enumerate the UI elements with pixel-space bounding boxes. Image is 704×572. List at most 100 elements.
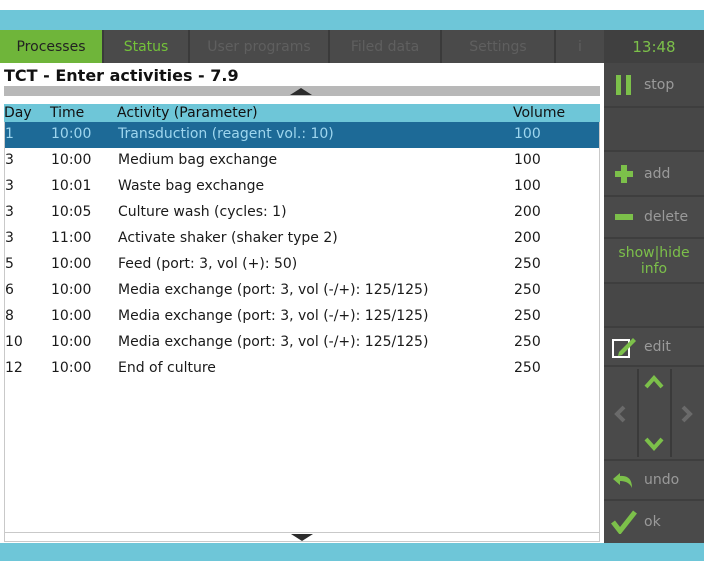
cell-day: 3 xyxy=(5,230,14,246)
cell-day: 8 xyxy=(5,308,14,324)
cell-activity: Media exchange (port: 3, vol (-/+): 125/… xyxy=(118,308,429,324)
scroll-down-bar[interactable] xyxy=(4,532,600,542)
chevron-down-icon[interactable] xyxy=(644,437,664,451)
chevron-up-icon[interactable] xyxy=(644,375,664,389)
nav-divider xyxy=(637,369,639,457)
top-accent-strip xyxy=(0,10,704,30)
cell-activity: Activate shaker (shaker type 2) xyxy=(118,230,338,246)
cell-time: 10:00 xyxy=(51,334,92,350)
cell-activity: End of culture xyxy=(118,360,216,376)
info-label: info xyxy=(640,260,668,277)
cell-volume: 200 xyxy=(514,230,541,246)
table-row[interactable]: 3 10:00 Medium bag exchange 100 xyxy=(5,148,599,174)
cell-volume: 100 xyxy=(514,126,541,142)
column-header-day[interactable]: Day xyxy=(4,105,32,121)
cell-day: 12 xyxy=(5,360,23,376)
cell-activity: Medium bag exchange xyxy=(118,152,278,168)
table-row[interactable]: 6 10:00 Media exchange (port: 3, vol (-/… xyxy=(5,278,599,304)
cell-time: 10:01 xyxy=(51,178,92,194)
cell-volume: 250 xyxy=(514,308,541,324)
add-label: add xyxy=(644,165,671,182)
table-row[interactable]: 5 10:00 Feed (port: 3, vol (+): 50) 250 xyxy=(5,252,599,278)
edit-icon xyxy=(604,334,644,360)
table-row[interactable]: 10 10:00 Media exchange (port: 3, vol (-… xyxy=(5,330,599,356)
cell-volume: 250 xyxy=(514,360,541,376)
cell-time: 10:00 xyxy=(51,126,92,142)
delete-button[interactable]: delete xyxy=(604,197,704,237)
table-row[interactable]: 3 10:05 Culture wash (cycles: 1) 200 xyxy=(5,200,599,226)
tab-user-programs[interactable]: User programs xyxy=(190,30,330,63)
pause-icon xyxy=(604,73,644,97)
cell-activity: Waste bag exchange xyxy=(118,178,265,194)
empty-slot-1 xyxy=(604,108,704,150)
clock-display: 13:48 xyxy=(604,30,704,63)
show-hide-info-button[interactable]: show|hide info xyxy=(604,239,704,282)
cell-activity: Media exchange (port: 3, vol (-/+): 125/… xyxy=(118,282,429,298)
stop-label: stop xyxy=(644,76,675,93)
scroll-up-bar[interactable] xyxy=(4,86,600,96)
cell-time: 10:00 xyxy=(51,360,92,376)
cell-day: 3 xyxy=(5,204,14,220)
undo-button[interactable]: undo xyxy=(604,461,704,499)
cell-volume: 250 xyxy=(514,256,541,272)
navigation-pad xyxy=(604,367,704,459)
table-row[interactable]: 3 10:01 Waste bag exchange 100 xyxy=(5,174,599,200)
cell-day: 6 xyxy=(5,282,14,298)
checkmark-icon xyxy=(604,510,644,534)
cell-volume: 100 xyxy=(514,152,541,168)
page-title: TCT - Enter activities - 7.9 xyxy=(4,66,239,85)
undo-icon xyxy=(604,469,644,491)
undo-label: undo xyxy=(644,472,680,488)
ok-label: ok xyxy=(644,514,661,530)
tab-status[interactable]: Status xyxy=(104,30,190,63)
table-row[interactable]: 12 10:00 End of culture 250 xyxy=(5,356,599,382)
cell-day: 3 xyxy=(5,178,14,194)
cell-day: 3 xyxy=(5,152,14,168)
cell-time: 10:00 xyxy=(51,152,92,168)
stop-button[interactable]: stop xyxy=(604,63,704,106)
cell-activity: Transduction (reagent vol.: 10) xyxy=(118,126,334,142)
table-row[interactable]: 1 10:00 Transduction (reagent vol.: 10) … xyxy=(5,122,599,148)
plus-icon xyxy=(604,163,644,185)
cell-volume: 100 xyxy=(514,178,541,194)
minus-icon xyxy=(604,206,644,228)
delete-label: delete xyxy=(644,209,689,225)
column-header-time[interactable]: Time xyxy=(50,105,84,121)
empty-slot-2 xyxy=(604,284,704,326)
cell-time: 10:00 xyxy=(51,256,92,272)
column-header-activity[interactable]: Activity (Parameter) xyxy=(117,105,258,121)
action-sidebar: stop add delete show|hide info edit undo… xyxy=(604,63,704,543)
cell-day: 5 xyxy=(5,256,14,272)
table-row[interactable]: 8 10:00 Media exchange (port: 3, vol (-/… xyxy=(5,304,599,330)
table-row[interactable]: 3 11:00 Activate shaker (shaker type 2) … xyxy=(5,226,599,252)
bottom-accent-strip xyxy=(0,543,704,561)
add-button[interactable]: add xyxy=(604,152,704,195)
arrow-down-icon xyxy=(291,534,313,541)
show-hide-label: show|hide xyxy=(618,244,690,261)
cell-activity: Culture wash (cycles: 1) xyxy=(118,204,287,220)
activity-table: 1 10:00 Transduction (reagent vol.: 10) … xyxy=(4,122,600,532)
cell-time: 10:05 xyxy=(51,204,92,220)
tab-info[interactable]: i xyxy=(556,30,604,63)
tab-settings[interactable]: Settings xyxy=(442,30,556,63)
chevron-left-icon[interactable] xyxy=(614,405,626,423)
tab-filed-data[interactable]: Filed data xyxy=(330,30,442,63)
cell-time: 11:00 xyxy=(51,230,92,246)
cell-activity: Feed (port: 3, vol (+): 50) xyxy=(118,256,298,272)
tab-bar: Processes Status User programs Filed dat… xyxy=(0,30,604,63)
table-header: Day Time Activity (Parameter) Volume xyxy=(4,104,600,122)
cell-activity: Media exchange (port: 3, vol (-/+): 125/… xyxy=(118,334,429,350)
cell-volume: 250 xyxy=(514,334,541,350)
cell-volume: 200 xyxy=(514,204,541,220)
chevron-right-icon[interactable] xyxy=(681,405,693,423)
edit-label: edit xyxy=(644,338,671,355)
edit-button[interactable]: edit xyxy=(604,328,704,365)
nav-divider xyxy=(670,369,672,457)
cell-day: 1 xyxy=(5,126,14,142)
ok-button[interactable]: ok xyxy=(604,501,704,543)
cell-volume: 250 xyxy=(514,282,541,298)
cell-time: 10:00 xyxy=(51,282,92,298)
tab-processes[interactable]: Processes xyxy=(0,30,104,63)
arrow-up-icon xyxy=(290,88,312,95)
column-header-volume[interactable]: Volume xyxy=(513,105,565,121)
